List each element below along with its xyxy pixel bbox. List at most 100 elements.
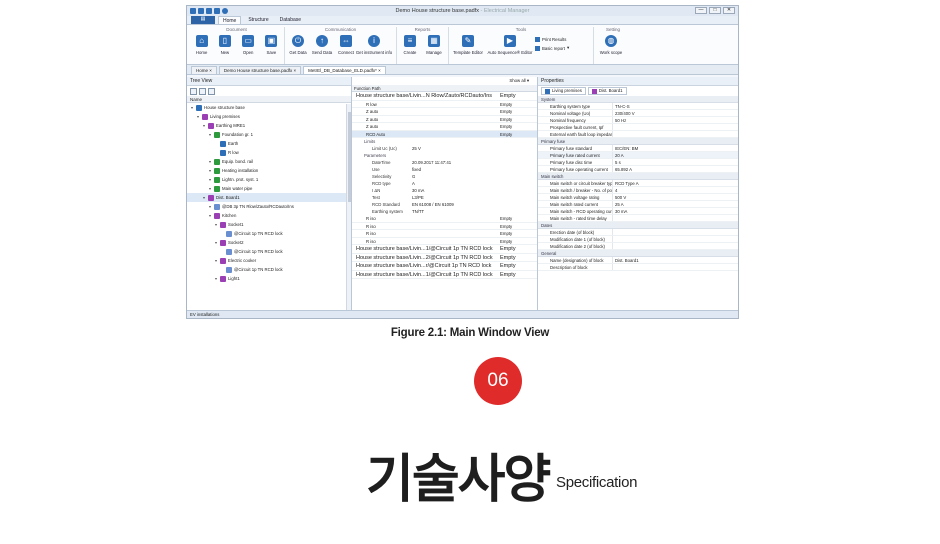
open-button[interactable]: ▭ Open (238, 35, 259, 55)
property-row[interactable]: External earth fault loop impedanc... (538, 131, 738, 138)
tree-node[interactable]: ▾ Kitchen (187, 211, 351, 220)
tree-scrollbar[interactable] (346, 104, 351, 310)
node-icon (220, 149, 226, 156)
manage-reports-button[interactable]: ▦ Manage (423, 35, 445, 55)
property-row[interactable]: Nominal voltage (Uo) 230/400 V (538, 110, 738, 117)
tree-node[interactable]: @Circuit 1p TN RCD lock (187, 247, 351, 256)
function-path-row[interactable]: House structure base/Livin...N Rlow/Zaut… (352, 92, 537, 101)
tab-home[interactable]: Home (218, 16, 242, 24)
scroll-thumb[interactable] (348, 112, 351, 202)
property-group-header[interactable]: System (538, 96, 738, 103)
property-row[interactable]: Description of block (538, 264, 738, 271)
function-path-row[interactable]: House structure base/Livin...2/@Circuit … (352, 254, 537, 262)
property-group-header[interactable]: Main switch (538, 173, 738, 180)
function-path-row[interactable]: Z auto Empty (352, 108, 537, 116)
property-row[interactable]: Erection date (of block) (538, 229, 738, 236)
property-group-header[interactable]: General (538, 250, 738, 257)
property-row[interactable]: Primary fuse rated current 20 A (538, 152, 738, 159)
tree-node[interactable]: ▾ Socket1 (187, 220, 351, 229)
expand-icon[interactable] (190, 88, 197, 95)
function-path-row[interactable]: House structure base/Livin...1/@Circuit … (352, 245, 537, 254)
tree-node[interactable]: ▾ Earthing MRE1 (187, 121, 351, 130)
property-row[interactable]: Modification date 2 (of block) (538, 243, 738, 250)
print-results-button[interactable]: Print Results (535, 37, 569, 42)
doc-tab-demo-house[interactable]: Demo House structure base.padfx × (218, 66, 302, 74)
property-row[interactable]: Earthing system type TN-C-S (538, 103, 738, 110)
function-path-row[interactable]: Z auto Empty (352, 116, 537, 123)
tree-node[interactable]: ▾ Equip. bond. rail (187, 157, 351, 166)
property-group-header[interactable]: Primary fuse (538, 138, 738, 145)
property-row[interactable]: Primary fuse standard IEC/EN: BM (538, 145, 738, 152)
tree-node[interactable]: ▾ Socket2 (187, 238, 351, 247)
function-path-row[interactable]: R iso Empty (352, 223, 537, 230)
tree-node[interactable]: ▾ Foundation gr. 1 (187, 130, 351, 139)
property-row[interactable]: Main switch rated current 25 A (538, 201, 738, 208)
node-icon (214, 203, 220, 210)
minimize-button[interactable]: — (695, 7, 707, 14)
tree-node[interactable]: ▾ Living premises (187, 112, 351, 121)
filter-icon[interactable] (208, 88, 215, 95)
connect-button[interactable]: ⇔ Connect (335, 35, 357, 55)
property-row[interactable]: Main switch - RCD operating curr... 30 mA (538, 208, 738, 215)
tree-node[interactable]: Earth (187, 139, 351, 148)
basic-report-dropdown[interactable]: Basic report ▾ (535, 45, 569, 51)
property-row[interactable]: Main switch voltage rating 500 V (538, 194, 738, 201)
function-path-row[interactable]: House structure base/Livin...r/@Circuit … (352, 262, 537, 271)
tree-node[interactable]: ▾ Electric cooker (187, 256, 351, 265)
create-report-button[interactable]: ≡ Create (399, 35, 421, 55)
tree-node[interactable]: ▾ House structure base (187, 103, 351, 112)
function-path-row[interactable]: R iso Empty (352, 238, 537, 245)
tree-node[interactable]: ▾ Heating installation (187, 166, 351, 175)
app-screenshot: Demo House structure base.padfx - Electr… (186, 5, 739, 319)
get-data-button[interactable]: ⏻ Get Data (287, 35, 309, 55)
maximize-button[interactable]: □ (709, 7, 721, 14)
function-path-row[interactable]: House structure base/Livin...1/@Circuit … (352, 271, 537, 279)
function-path-row[interactable]: R low Empty (352, 101, 537, 108)
auto-sequence-editor-button[interactable]: ▶ Auto Sequence® Editor (487, 35, 533, 55)
tab-structure[interactable]: Structure (244, 16, 272, 24)
node-icon (220, 257, 226, 264)
application-menu-button[interactable]: ▤ (191, 16, 215, 24)
work-scope-button[interactable]: ◍ Work scope (596, 35, 626, 55)
new-button[interactable]: ▯ New (214, 35, 235, 55)
folder-icon: ▭ (242, 35, 255, 47)
property-row[interactable]: Modification date 1 (of block) (538, 236, 738, 243)
tree-column-header[interactable]: Name (187, 96, 351, 103)
tree-node[interactable]: ▾ Main water pipe (187, 184, 351, 193)
show-all-dropdown[interactable]: Show all ▾ (352, 77, 537, 85)
prop-tab-living-premises[interactable]: Living premises (541, 87, 586, 95)
tree-node[interactable]: @Circuit 1p TN RCD lock (187, 265, 351, 274)
prop-tab-dist-board[interactable]: Dist. Board1 (587, 87, 627, 95)
function-path-row[interactable]: R iso Empty (352, 215, 537, 223)
property-row[interactable]: Main switch or circuit breaker type RCD T… (538, 180, 738, 187)
get-instrument-info-button[interactable]: i Get instrument info (356, 35, 392, 55)
property-group-header[interactable]: Dates (538, 222, 738, 229)
collapse-icon[interactable] (199, 88, 206, 95)
function-path-row[interactable]: RCD Auto Empty (352, 130, 537, 138)
property-row[interactable]: Name (designation) of block Dist. Board1 (538, 257, 738, 264)
property-row[interactable]: Main switch / breaker - No. of poles 4 (538, 187, 738, 194)
template-editor-button[interactable]: ✎ Template Editor (451, 35, 485, 55)
property-row[interactable]: Nominal frequency 50 Hz (538, 117, 738, 124)
function-path-row[interactable]: R iso Empty (352, 230, 537, 238)
close-button[interactable]: ✕ (723, 7, 735, 14)
tree-node[interactable]: ▾ @DB 3p TN Rlow/Zauto/RCDauto/Ins (187, 202, 351, 211)
property-row[interactable]: Primary fuse operating current 65.892 A (538, 166, 738, 173)
send-data-button[interactable]: ↑ Send Data (311, 35, 333, 55)
doc-tab-database[interactable]: MetrEl_DB_Database_ELD.padfx* × (303, 66, 386, 74)
property-row[interactable]: Main switch - rated time delay (538, 215, 738, 222)
tree-node[interactable]: ▾ Dist. Board1 (187, 193, 351, 202)
tree-node[interactable]: @Circuit 1p TN RCD lock (187, 229, 351, 238)
save-button[interactable]: ▣ Save (261, 35, 282, 55)
tree-node[interactable]: ▾ Lightn. prot. syst. 1 (187, 175, 351, 184)
function-path-row[interactable]: Z auto Empty (352, 123, 537, 131)
tree-node[interactable]: R low (187, 148, 351, 157)
tab-database[interactable]: Database (276, 16, 305, 24)
property-row[interactable]: Primary fuse disc time 5 s (538, 159, 738, 166)
home-button[interactable]: ⌂ Home (191, 35, 212, 55)
property-row[interactable]: Prospective fault current, Ipf (538, 124, 738, 131)
tree-node-label: @Circuit 1p TN RCD lock (234, 267, 283, 272)
node-icon (220, 275, 226, 282)
doc-tab-home[interactable]: Home × (191, 66, 217, 74)
tree-node[interactable]: ▾ Light1 (187, 274, 351, 283)
